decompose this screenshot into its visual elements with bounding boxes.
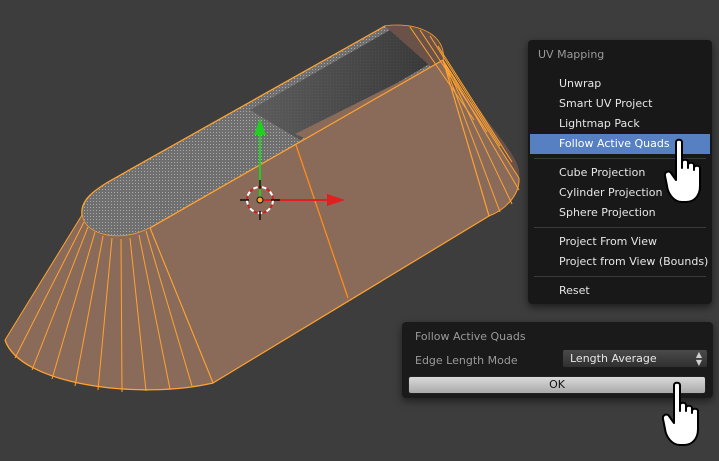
edge-length-mode-label: Edge Length Mode: [415, 354, 518, 367]
panel-title: Follow Active Quads: [415, 330, 526, 343]
edge-length-mode-select[interactable]: Length Average ▲ ▼: [562, 349, 708, 368]
hand-pointer-icon: [662, 381, 699, 446]
menu-separator: [534, 276, 706, 277]
edge-length-mode-value: Length Average: [570, 352, 657, 365]
menu-item-smart-uv-project[interactable]: Smart UV Project: [530, 94, 710, 114]
menu-item-project-from-view[interactable]: Project From View: [530, 232, 710, 252]
menu-title: UV Mapping: [538, 48, 605, 61]
menu-item-reset[interactable]: Reset: [530, 281, 710, 301]
menu-item-project-from-view-bounds[interactable]: Project from View (Bounds): [530, 252, 710, 272]
menu-item-lightmap-pack[interactable]: Lightmap Pack: [530, 114, 710, 134]
hand-pointer-icon: [664, 138, 701, 203]
updown-arrows-icon: ▲ ▼: [695, 350, 702, 367]
menu-separator: [534, 227, 706, 228]
menu-item-unwrap[interactable]: Unwrap: [530, 74, 710, 94]
